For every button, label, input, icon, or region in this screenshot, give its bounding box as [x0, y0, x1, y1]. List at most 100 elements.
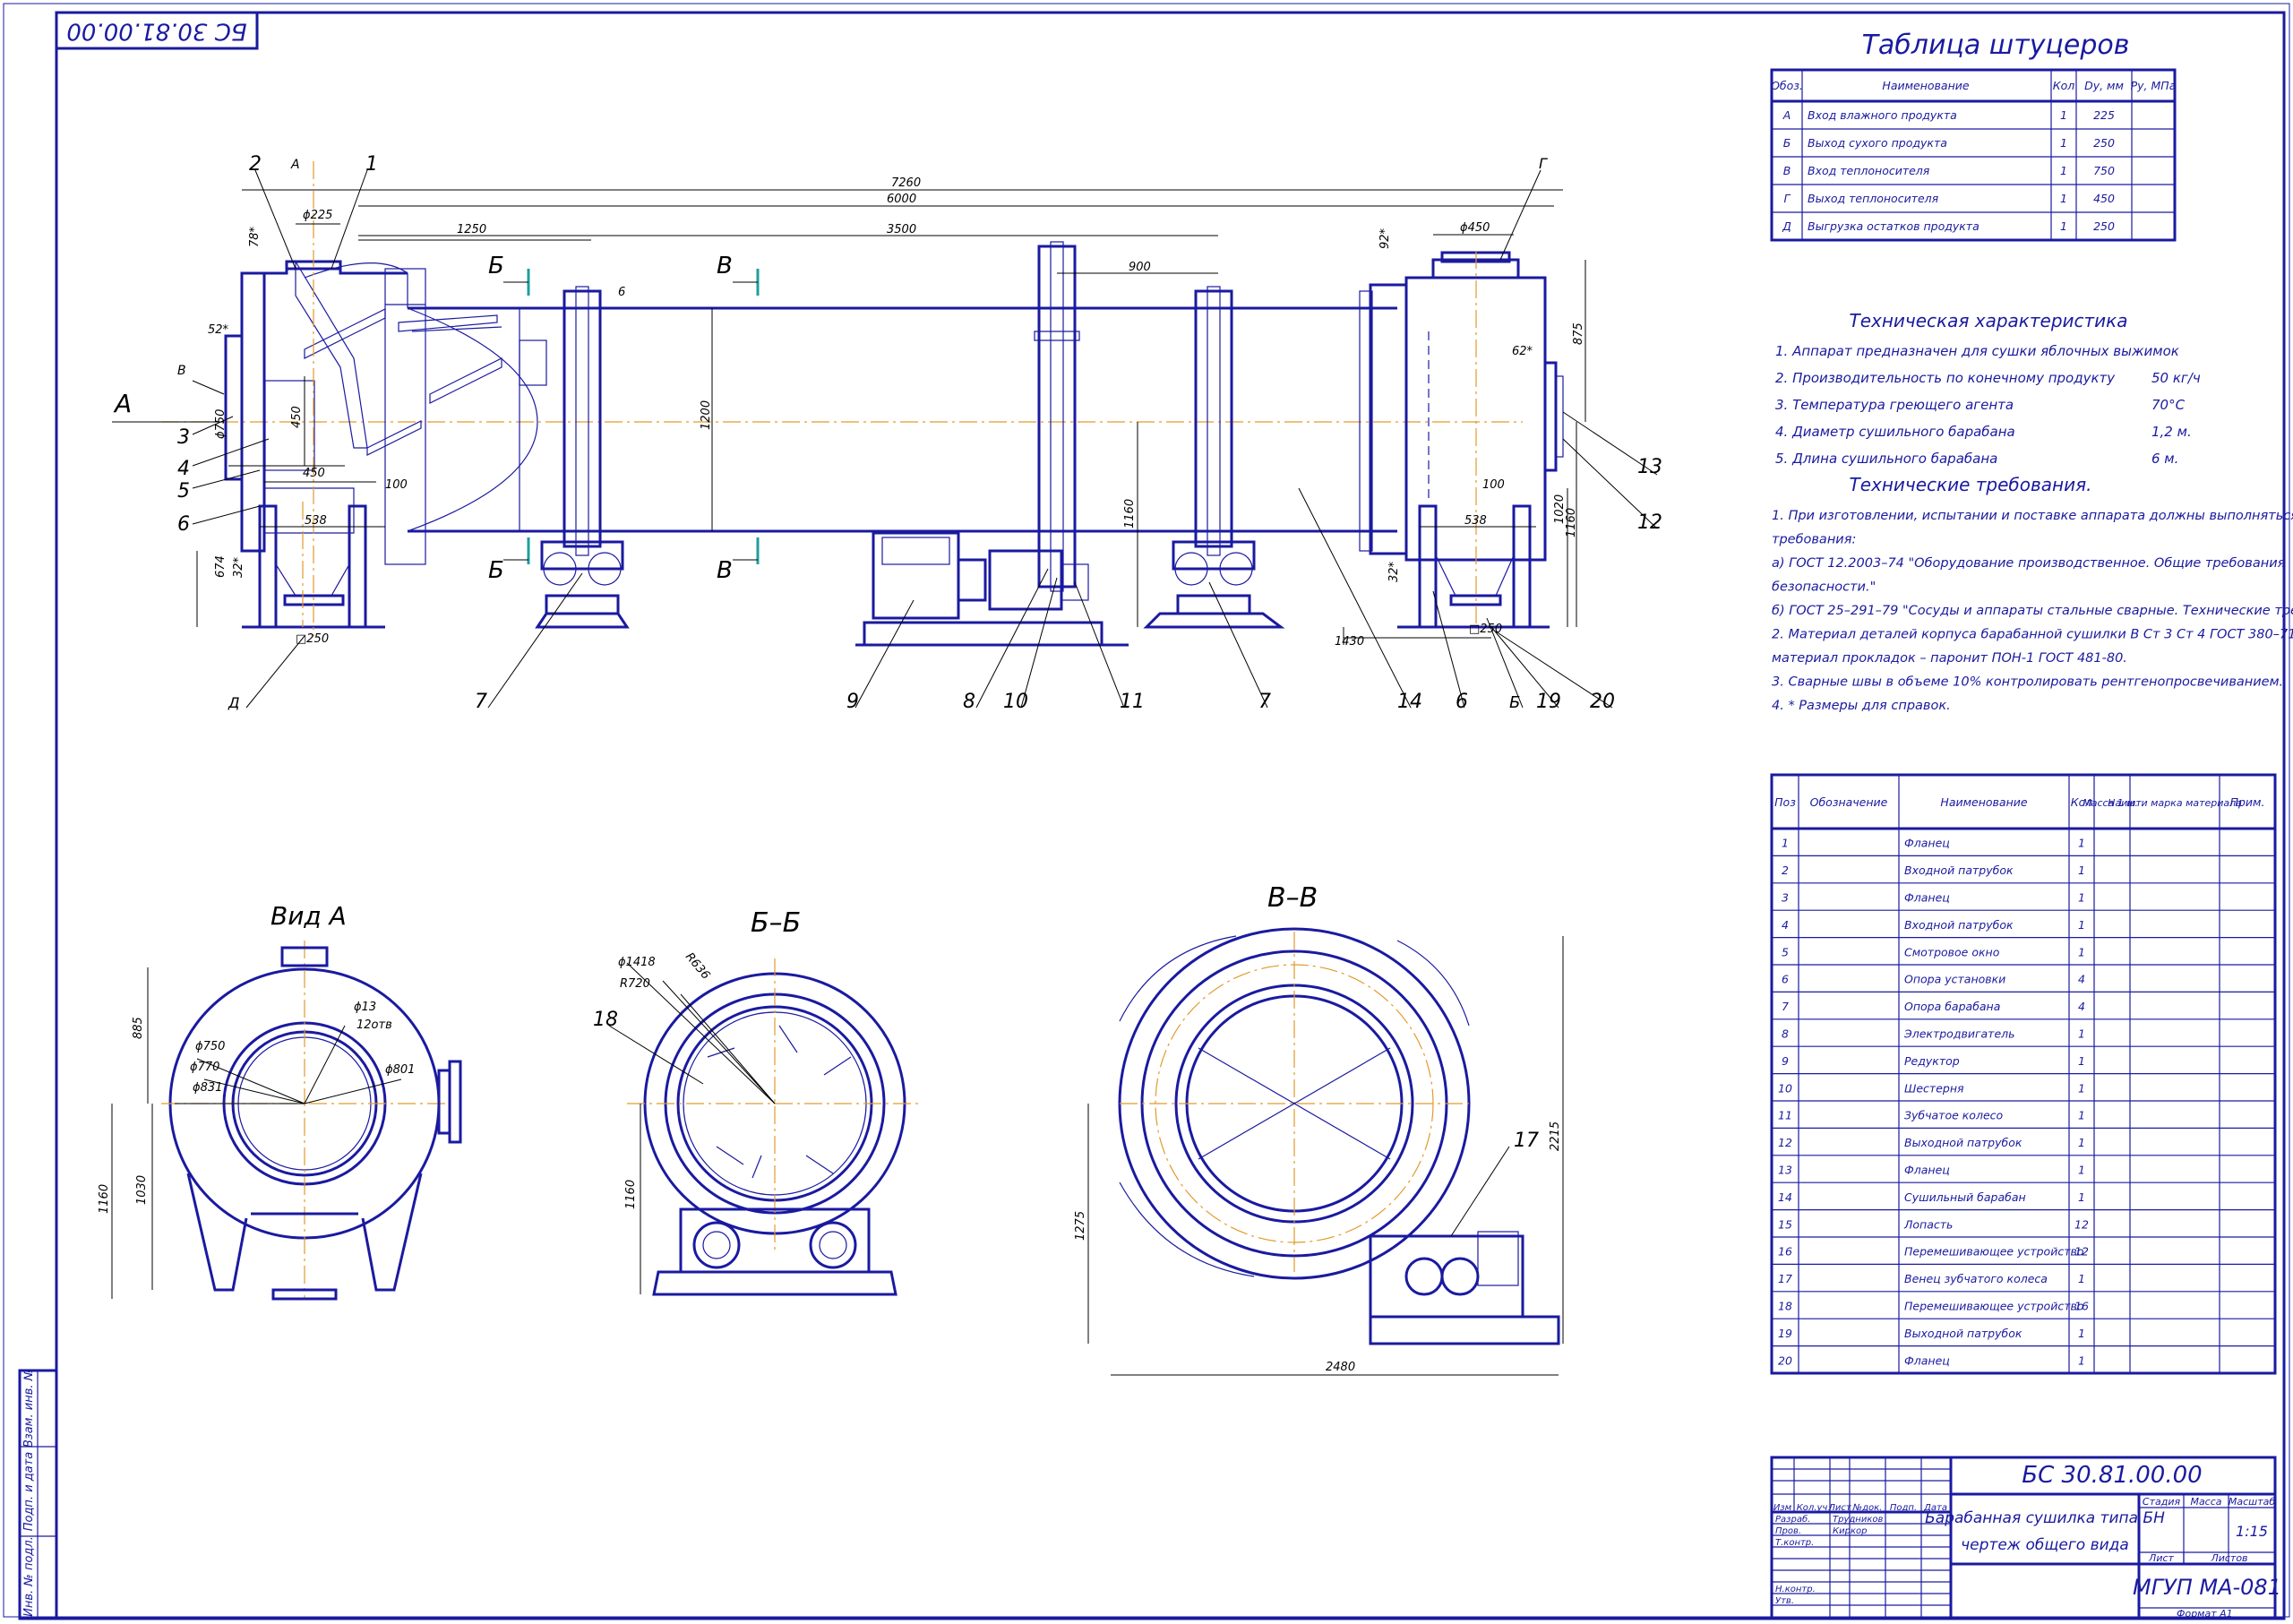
tech-char-list: 1. Аппарат предназначен для сушки яблочн… — [1775, 343, 2201, 467]
spec-cell-name: Сушильный барабан — [1904, 1190, 2026, 1204]
spec-cell-kol: 1 — [2078, 945, 2085, 958]
spec-cell-name: Перемешивающее устройство — [1904, 1245, 2084, 1259]
tech-req-line: требования: — [1772, 533, 1856, 547]
dim-6000: 6000 — [887, 193, 916, 206]
dim-6: 6 — [618, 286, 625, 299]
spec-cell-name: Лопасть — [1903, 1217, 1953, 1231]
nozzle-cell-name: Выход сухого продукта — [1808, 136, 1947, 150]
callout-6-right: 6 — [1456, 691, 1468, 713]
nozzle-cell-du: 750 — [2093, 164, 2115, 177]
spec-cell-kol: 1 — [2078, 864, 2085, 877]
nozzle-cell-obz: В — [1783, 164, 1791, 177]
tb-razrab: Разраб. — [1775, 1514, 1810, 1525]
spec-cell-kol: 1 — [2078, 1081, 2085, 1095]
spec-h-poz: Поз — [1774, 795, 1796, 809]
spec-cell-kol: 1 — [2078, 1190, 2085, 1204]
tb-col-ndok: №док. — [1852, 1503, 1883, 1513]
dim-phi225: ϕ225 — [303, 209, 332, 222]
nozzle-cell-du: 225 — [2093, 108, 2115, 122]
section-v-v — [1087, 927, 1564, 1376]
dim-sq250: □250 — [296, 632, 329, 646]
tech-req-line: безопасности." — [1772, 580, 1876, 595]
dim-1160-right: 1160 — [1565, 508, 1578, 537]
tb-code: БС 30.81.00.00 — [2022, 1462, 2202, 1489]
spec-cell-poz: 14 — [1778, 1190, 1792, 1204]
tb-name-1: Барабанная сушилка типа БН — [1925, 1509, 2165, 1527]
tb-stage-h: Стадия — [2143, 1496, 2181, 1508]
callout-4: 4 — [177, 458, 190, 480]
dim-450-horiz: 450 — [303, 467, 325, 480]
callout-b-nozzle: Б — [1509, 693, 1520, 712]
callout-g-nozzle: Г — [1539, 155, 1548, 172]
spec-cell-poz: 10 — [1778, 1081, 1792, 1095]
dim-92: 92* — [1378, 228, 1392, 249]
va-12otv: 12отв — [356, 1018, 392, 1032]
spec-cell-kol: 1 — [2078, 1327, 2085, 1340]
dim-100: 100 — [385, 478, 408, 492]
tb-prov: Пров. — [1775, 1526, 1801, 1536]
spec-cell-poz: 3 — [1782, 890, 1789, 904]
spec-cell-poz: 8 — [1782, 1027, 1789, 1040]
spec-cell-name: Перемешивающее устройство — [1904, 1299, 2084, 1312]
tech-char-value: 50 кг/ч — [2151, 370, 2201, 386]
callout-3: 3 — [177, 426, 190, 449]
spec-cell-name: Электродвигатель — [1903, 1027, 2015, 1040]
tb-col-list: Лист — [1827, 1503, 1852, 1513]
spec-cell-poz: 20 — [1778, 1353, 1792, 1367]
tech-char-value: 70°C — [2151, 397, 2186, 413]
tech-req-title: Технические требования. — [1849, 474, 2091, 495]
callout-18: 18 — [593, 1009, 618, 1031]
va-1160: 1160 — [98, 1184, 111, 1214]
nozzle-cell-obz: Б — [1783, 136, 1791, 150]
section-b-b-title: Б–Б — [751, 907, 801, 939]
dim-78: 78* — [248, 226, 262, 247]
tb-col-data: Дата — [1923, 1503, 1947, 1513]
spec-cell-kol: 4 — [2078, 1000, 2085, 1013]
spec-cell-kol: 1 — [2078, 918, 2085, 932]
callout-9: 9 — [846, 691, 859, 713]
dim-538-right: 538 — [1464, 514, 1487, 528]
spec-cell-name: Входной патрубок — [1904, 918, 2014, 932]
spec-cell-name: Смотровое окно — [1904, 945, 2000, 958]
spec-cell-kol: 1 — [2078, 1109, 2085, 1122]
spec-cell-poz: 17 — [1778, 1272, 1792, 1285]
va-1030: 1030 — [135, 1175, 149, 1205]
spec-cell-name: Входной патрубок — [1904, 864, 2014, 877]
dim-1430: 1430 — [1335, 635, 1364, 649]
section-b-top: Б — [488, 253, 504, 279]
spec-h-name: Наименование — [1940, 795, 2027, 809]
spec-cell-name: Венец зубчатого колеса — [1904, 1272, 2048, 1285]
tb-scale: 1:15 — [2236, 1523, 2268, 1540]
callout-10: 10 — [1003, 691, 1028, 713]
spec-cell-name: Фланец — [1904, 837, 1950, 850]
spec-cell-kol: 12 — [2074, 1245, 2089, 1259]
callout-a-nozzle: А — [290, 158, 300, 172]
nozzle-cell-obz: Д — [1782, 219, 1791, 233]
tech-req-line: б) ГОСТ 25–291–79 "Сосуды и аппараты ста… — [1772, 604, 2293, 618]
tb-razrab-name: Трудников — [1833, 1515, 1883, 1525]
vv-2215: 2215 — [1549, 1121, 1562, 1151]
tb-org: МГУП МА-081 — [2133, 1575, 2281, 1600]
spec-cell-name: Фланец — [1904, 1353, 1950, 1367]
tb-format: Формат А1 — [2177, 1608, 2233, 1620]
callout-17: 17 — [1514, 1130, 1539, 1152]
callout-7-right: 7 — [1258, 691, 1271, 713]
dim-1200: 1200 — [700, 400, 713, 430]
tech-char-item: 5. Длина сушильного барабана — [1775, 451, 1997, 467]
tech-char-item: 3. Температура греющего агента — [1775, 397, 2014, 413]
callout-12: 12 — [1637, 511, 1662, 534]
bb-1418: ϕ1418 — [618, 956, 656, 969]
dim-100-right: 100 — [1482, 478, 1505, 492]
spec-cell-kol: 1 — [2078, 1163, 2085, 1176]
nozzle-cell-du: 250 — [2093, 136, 2115, 150]
view-a-title: Вид А — [271, 901, 347, 931]
nozzle-cell-kol: 1 — [2060, 164, 2067, 177]
side-vzam-label: Взам. инв. № — [22, 1369, 36, 1448]
dim-538: 538 — [305, 514, 327, 528]
dim-875: 875 — [1572, 322, 1585, 345]
spec-cell-name: Опора установки — [1904, 973, 2005, 986]
spec-cell-kol: 1 — [2078, 1136, 2085, 1149]
callout-2: 2 — [249, 153, 262, 176]
side-strip: Инв. № подл. Подп. и дата Взам. инв. № — [18, 1369, 58, 1620]
va-885: 885 — [132, 1017, 145, 1039]
